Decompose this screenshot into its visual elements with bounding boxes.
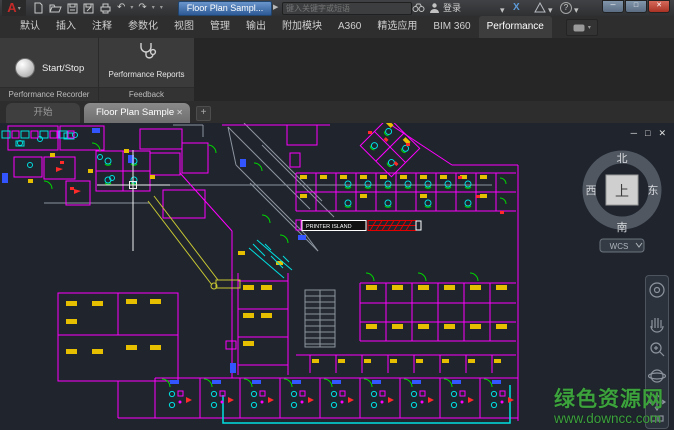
app-menu-caret-icon: ▾ bbox=[18, 5, 21, 12]
window-restore-button[interactable]: □ bbox=[625, 0, 647, 13]
save-icon[interactable] bbox=[67, 2, 78, 14]
doc-tab-label: Floor Plan Sample bbox=[96, 107, 174, 118]
performance-reports-label: Performance Reports bbox=[99, 70, 194, 79]
ribbon-tab-output[interactable]: 输出 bbox=[238, 16, 274, 38]
ribbon-tab-view[interactable]: 视图 bbox=[166, 16, 202, 38]
drawing-minimize-icon[interactable]: ─ bbox=[631, 128, 637, 138]
a360-caret-icon[interactable]: ▾ bbox=[548, 4, 553, 16]
wcs-dropdown[interactable]: WCS bbox=[600, 239, 644, 252]
navigation-wheel-icon[interactable] bbox=[650, 283, 664, 297]
search-binoculars-icon[interactable] bbox=[412, 2, 425, 13]
ribbon-tab-annotate[interactable]: 注释 bbox=[84, 16, 120, 38]
model-space-canvas[interactable]: PRINTER ISLAND ─ □ ✕ bbox=[0, 123, 674, 430]
cyan-fixtures-layer bbox=[2, 131, 510, 423]
panel-display-caret-icon: ▾ bbox=[588, 22, 591, 34]
ribbon-tab-a360[interactable]: A360 bbox=[330, 16, 369, 38]
help-icon[interactable]: ? bbox=[560, 2, 572, 14]
redo-icon[interactable]: ↷ bbox=[138, 2, 146, 14]
doc-tab-close-icon[interactable]: ✕ bbox=[176, 103, 183, 123]
doc-tab-floor-plan-sample[interactable]: Floor Plan Sample ✕ bbox=[84, 103, 190, 123]
ribbon-tab-manage[interactable]: 管理 bbox=[202, 16, 238, 38]
title-expand-icon[interactable]: ▶ bbox=[273, 3, 278, 11]
viewcube-top-label[interactable]: 上 bbox=[615, 183, 629, 199]
sign-in-button[interactable]: 登录 bbox=[443, 2, 461, 14]
record-circle-icon bbox=[15, 58, 35, 78]
help-caret-icon[interactable]: ▾ bbox=[574, 4, 579, 16]
feedback-panel: Performance Reports Feedback bbox=[98, 38, 194, 101]
start-stop-label: Start/Stop bbox=[42, 63, 84, 74]
plot-icon[interactable] bbox=[99, 2, 112, 14]
redo-caret-icon[interactable]: ▾ bbox=[152, 2, 155, 14]
new-file-icon[interactable] bbox=[33, 2, 44, 14]
exchange-apps-icon[interactable]: X bbox=[513, 2, 520, 14]
ribbon-display-toggle[interactable]: ▾ bbox=[566, 19, 598, 36]
drawing-close-icon[interactable]: ✕ bbox=[658, 128, 666, 138]
window-minimize-button[interactable]: ─ bbox=[602, 0, 624, 13]
autocad-logo-icon: A bbox=[7, 1, 16, 15]
watermark-site-url: www.downcc.com bbox=[554, 411, 664, 427]
window-controls: ─ □ ✕ bbox=[602, 0, 670, 13]
a360-connect-icon[interactable] bbox=[534, 2, 546, 13]
autocad-window: A ▾ ↶ ▾ ↷ ▾ ▾ Floor Plan Sampl... ▶ 登录 ▾… bbox=[0, 0, 674, 430]
performance-reports-button[interactable]: Performance Reports bbox=[99, 41, 194, 79]
start-stop-button[interactable]: Start/Stop bbox=[15, 58, 84, 78]
ribbon-tab-default[interactable]: 默认 bbox=[12, 16, 48, 38]
window-close-button[interactable]: ✕ bbox=[648, 0, 670, 13]
workstation-row-layer bbox=[162, 379, 514, 408]
title-bar: A ▾ ↶ ▾ ↷ ▾ ▾ Floor Plan Sampl... ▶ 登录 ▾… bbox=[0, 0, 674, 17]
ribbon-tab-bar: 默认 插入 注释 参数化 视图 管理 输出 附加模块 A360 精选应用 BIM… bbox=[0, 16, 674, 38]
magenta-walls-layer bbox=[8, 123, 518, 421]
ribbon-panel-area: Start/Stop Performance Recorder Performa… bbox=[0, 38, 674, 101]
zoom-icon[interactable] bbox=[651, 343, 664, 356]
stethoscope-icon bbox=[136, 41, 158, 61]
panel-display-icon bbox=[573, 24, 585, 32]
document-tab-bar: 开始 Floor Plan Sample ✕ + bbox=[0, 101, 674, 123]
new-drawing-button[interactable]: + bbox=[196, 106, 211, 121]
printer-island-label: PRINTER ISLAND bbox=[306, 224, 352, 230]
viewcube[interactable]: 北 西 东 南 上 WCS bbox=[578, 139, 668, 257]
ribbon-tab-bim360[interactable]: BIM 360 bbox=[425, 16, 478, 38]
viewcube-west-label[interactable]: 西 bbox=[586, 185, 597, 197]
floor-plan-drawing[interactable]: PRINTER ISLAND bbox=[0, 123, 674, 430]
drawing-window-controls: ─ □ ✕ bbox=[631, 128, 666, 138]
signin-caret-icon[interactable]: ▾ bbox=[500, 4, 505, 16]
yellow-desks-layer bbox=[28, 149, 507, 363]
quick-access-toolbar: ↶ ▾ ↷ ▾ ▾ bbox=[33, 2, 163, 14]
performance-recorder-panel: Start/Stop Performance Recorder bbox=[0, 38, 98, 101]
panel-label-feedback[interactable]: Feedback bbox=[99, 87, 194, 101]
app-menu-button[interactable]: A ▾ bbox=[2, 0, 26, 16]
ribbon-tab-performance[interactable]: Performance bbox=[479, 16, 552, 38]
wcs-label: WCS bbox=[610, 242, 629, 251]
watermark: 绿色资源网 www.downcc.com bbox=[554, 388, 664, 427]
open-file-icon[interactable] bbox=[49, 2, 62, 14]
doc-tab-start[interactable]: 开始 bbox=[6, 103, 80, 123]
blue-accents-layer bbox=[2, 128, 306, 373]
user-icon[interactable] bbox=[429, 2, 440, 14]
drawing-restore-icon[interactable]: □ bbox=[645, 128, 650, 138]
ribbon-tab-addins[interactable]: 附加模块 bbox=[274, 16, 330, 38]
panel-label-performance-recorder[interactable]: Performance Recorder bbox=[0, 87, 98, 101]
pan-hand-icon[interactable] bbox=[651, 318, 663, 332]
save-as-icon[interactable] bbox=[83, 2, 94, 14]
help-search-input[interactable] bbox=[282, 2, 412, 15]
ribbon-tab-featured-apps[interactable]: 精选应用 bbox=[369, 16, 425, 38]
ribbon-tab-insert[interactable]: 插入 bbox=[48, 16, 84, 38]
viewcube-north-label[interactable]: 北 bbox=[617, 152, 628, 165]
orbit-icon[interactable] bbox=[649, 370, 666, 382]
viewcube-east-label[interactable]: 东 bbox=[648, 184, 659, 197]
ribbon-tab-parametric[interactable]: 参数化 bbox=[120, 16, 166, 38]
viewcube-south-label[interactable]: 南 bbox=[617, 221, 628, 234]
undo-icon[interactable]: ↶ bbox=[117, 2, 125, 14]
watermark-site-name: 绿色资源网 bbox=[554, 388, 664, 411]
document-title: Floor Plan Sampl... bbox=[178, 1, 272, 16]
undo-caret-icon[interactable]: ▾ bbox=[130, 2, 133, 14]
qat-customize-icon[interactable]: ▾ bbox=[160, 2, 163, 14]
